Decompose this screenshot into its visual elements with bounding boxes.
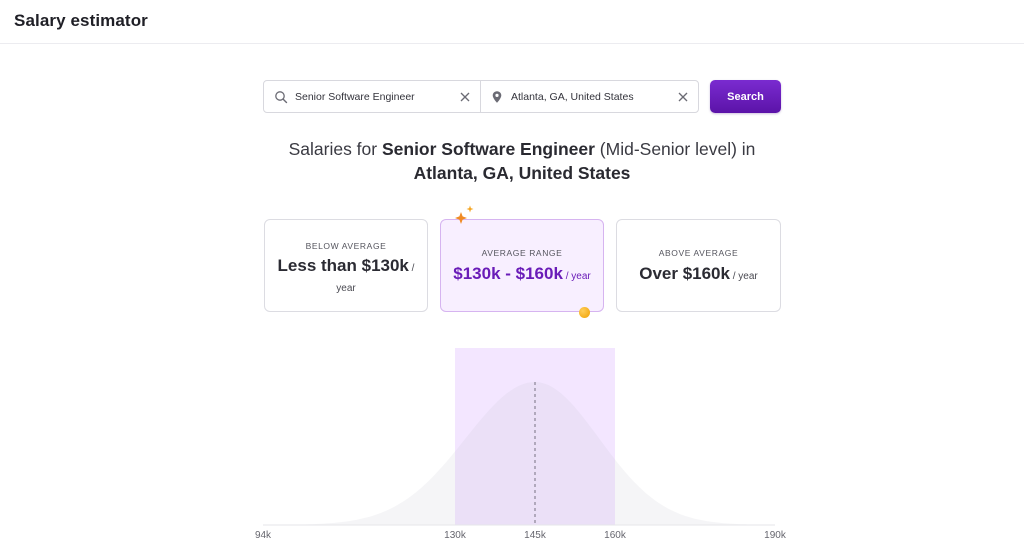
below-average-card: BELOW AVERAGE Less than $130k / year: [264, 219, 428, 312]
card-label: ABOVE AVERAGE: [658, 248, 739, 258]
job-title-input[interactable]: Senior Software Engineer: [295, 91, 415, 103]
headline-level: (Mid-Senior level) in: [594, 139, 756, 159]
page-headline: Salaries for Senior Software Engineer (M…: [262, 137, 782, 185]
headline-prefix: Salaries for: [288, 139, 382, 159]
current-marker-dot: [579, 307, 590, 318]
card-amount: Less than $130k: [277, 256, 409, 275]
x-tick-label: 190k: [764, 530, 787, 541]
search-icon: [274, 90, 288, 104]
headline-job: Senior Software Engineer: [381, 139, 595, 159]
salary-distribution-chart: 94k 130k 145k 160k 190k: [255, 348, 787, 541]
clear-location-icon[interactable]: [676, 90, 690, 104]
search-bar: Senior Software Engineer Atlanta, GA, Un…: [263, 80, 699, 113]
location-field[interactable]: Atlanta, GA, United States: [481, 81, 698, 112]
x-tick-label: 160k: [604, 530, 627, 541]
x-tick-label: 94k: [255, 530, 272, 541]
location-pin-icon: [490, 90, 504, 104]
card-amount: Over $160k: [639, 264, 730, 283]
above-average-card: ABOVE AVERAGE Over $160k / year: [616, 219, 781, 312]
x-tick-label: 130k: [444, 530, 467, 541]
x-tick-label: 145k: [524, 530, 547, 541]
average-range-card: AVERAGE RANGE $130k - $160k / year: [440, 219, 604, 312]
location-input[interactable]: Atlanta, GA, United States: [511, 91, 634, 103]
card-label: AVERAGE RANGE: [481, 248, 563, 258]
app-header: Salary estimator: [0, 0, 1024, 44]
app-title: Salary estimator: [14, 11, 148, 30]
card-unit: / year: [729, 271, 758, 282]
headline-location: Atlanta, GA, United States: [413, 163, 631, 183]
distribution-area: [263, 382, 775, 525]
clear-job-icon[interactable]: [458, 90, 472, 104]
search-button[interactable]: Search: [710, 80, 781, 113]
job-title-field[interactable]: Senior Software Engineer: [264, 81, 481, 112]
sparkle-icon: [453, 204, 477, 228]
card-unit: / year: [562, 271, 591, 282]
card-amount: $130k - $160k: [453, 264, 563, 283]
card-label: BELOW AVERAGE: [305, 241, 387, 251]
